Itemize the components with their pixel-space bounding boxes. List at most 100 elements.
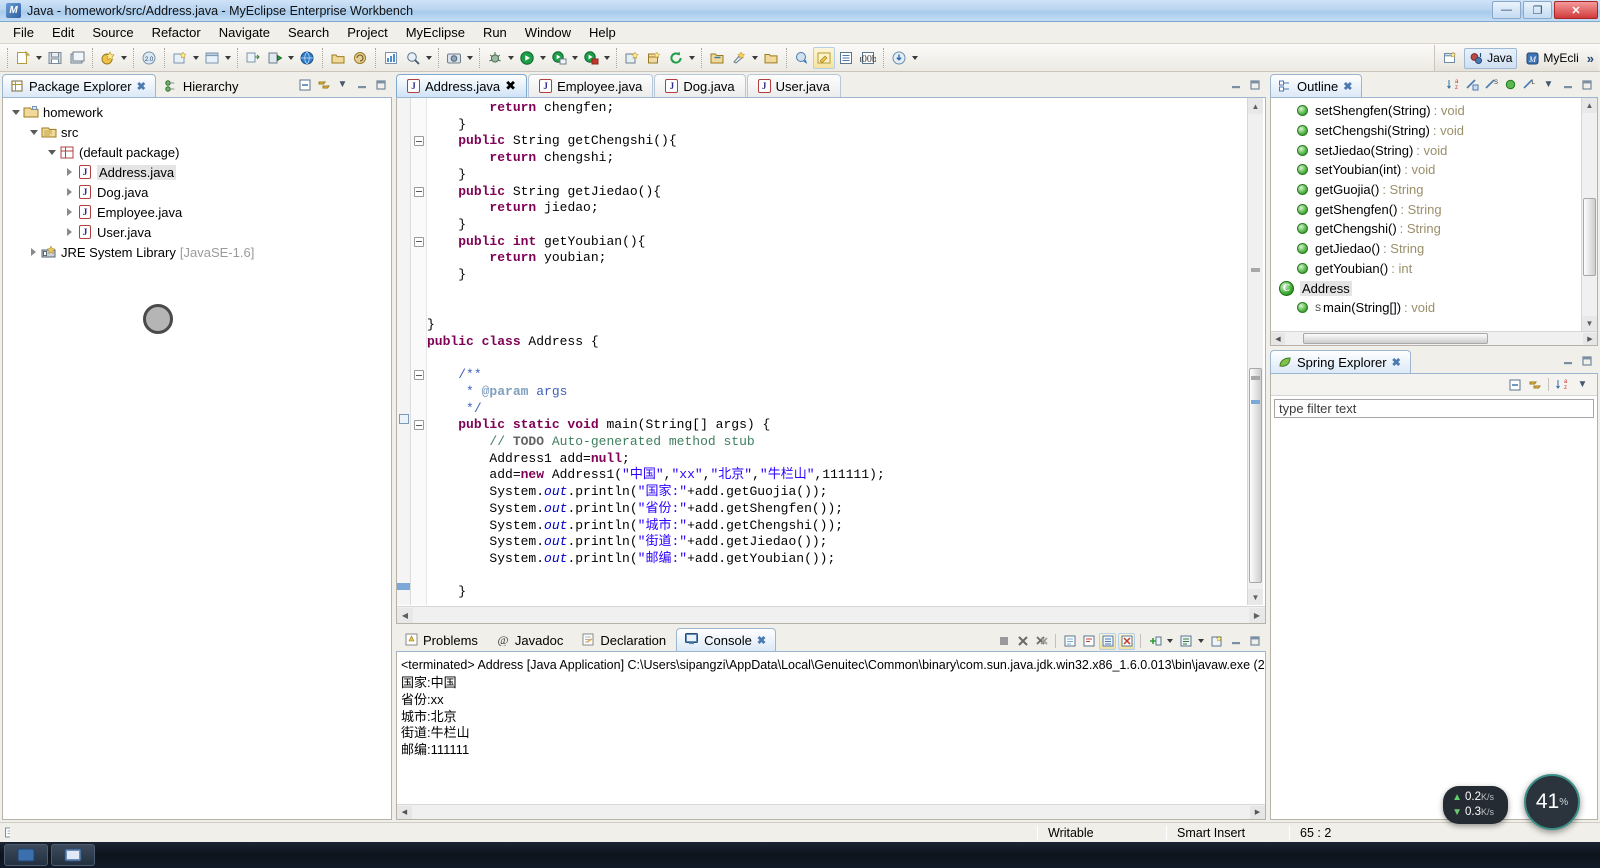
menu-project[interactable]: Project (338, 23, 396, 42)
run-last-tool-icon[interactable] (580, 47, 602, 69)
close-icon[interactable]: ✖ (137, 80, 146, 93)
quick-fix-dropdown-icon[interactable] (750, 47, 760, 69)
outline-item[interactable]: getChengshi(): String (1271, 219, 1597, 239)
new-class-icon[interactable] (621, 47, 643, 69)
run-dropdown-icon[interactable] (538, 47, 548, 69)
fold-collapse-icon[interactable] (414, 236, 424, 247)
outline-list[interactable]: setShengfen(String): void setChengshi(Str… (1271, 98, 1597, 318)
scroll-up-icon[interactable]: ▲ (1582, 98, 1597, 113)
taskbar-item-1[interactable] (4, 844, 48, 866)
maximize-button[interactable]: ❐ (1523, 1, 1552, 19)
outline-item[interactable]: Smain(String[]): void (1271, 298, 1597, 318)
close-icon[interactable]: ✖ (1343, 80, 1352, 93)
new-myeclipse-project-icon[interactable] (97, 47, 119, 69)
refresh-icon[interactable] (665, 47, 687, 69)
open-resource-icon[interactable] (706, 47, 728, 69)
tree-item-homework[interactable]: homework (3, 102, 391, 122)
perspective-overflow[interactable]: » (1587, 51, 1594, 66)
search-dropdown-icon[interactable] (424, 47, 434, 69)
fold-collapse-icon[interactable] (414, 136, 424, 147)
new-wizard-icon[interactable] (12, 47, 34, 69)
tree-item-address-java[interactable]: J Address.java (3, 162, 391, 182)
pin-console-icon[interactable] (1080, 633, 1097, 650)
close-button[interactable]: ✕ (1554, 1, 1598, 19)
new-myeclipse-dropdown-icon[interactable] (119, 47, 129, 69)
outline-item[interactable]: getShengfen(): String (1271, 199, 1597, 219)
open-browser-dropdown-icon[interactable] (223, 47, 233, 69)
menu-source[interactable]: Source (83, 23, 142, 42)
chevron-down-icon[interactable] (1196, 630, 1206, 652)
scroll-left-icon[interactable]: ◀ (1271, 332, 1285, 345)
toggle-mark-occurrences-icon[interactable] (813, 46, 835, 69)
close-icon[interactable]: ✖ (757, 634, 766, 647)
next-annotation-icon[interactable] (791, 47, 813, 69)
minimize-button[interactable]: — (1492, 1, 1521, 19)
menu-refactor[interactable]: Refactor (143, 23, 210, 42)
new-jsp-dropdown-icon[interactable] (191, 47, 201, 69)
new-package-icon[interactable] (643, 47, 665, 69)
fold-collapse-icon[interactable] (414, 370, 424, 381)
new-console-icon[interactable] (1146, 633, 1163, 650)
collapse-all-icon[interactable] (1506, 376, 1523, 393)
chevron-right-icon[interactable] (27, 246, 40, 259)
maximize-icon[interactable] (1578, 76, 1595, 93)
view-menu-icon[interactable]: ▼ (1574, 376, 1591, 393)
editor-folding-column[interactable] (411, 98, 427, 605)
tab-javadoc[interactable]: @ Javadoc (488, 628, 573, 651)
network-speed-widget[interactable]: ▲ 0.2K/s ▼ 0.3K/s (1443, 786, 1508, 824)
debug-dropdown-icon[interactable] (506, 47, 516, 69)
menu-run[interactable]: Run (474, 23, 516, 42)
tab-problems[interactable]: Problems (396, 628, 488, 651)
close-icon[interactable]: ✖ (505, 78, 516, 94)
show-whitespace-icon[interactable] (835, 47, 857, 69)
display-selected-icon[interactable] (1177, 633, 1194, 650)
open-task-icon[interactable] (349, 47, 371, 69)
tab-spring-explorer[interactable]: Spring Explorer ✖ (1270, 350, 1411, 373)
code-editor[interactable]: return chengfen; } public String getChen… (396, 98, 1266, 624)
clear-console-icon[interactable] (1118, 632, 1135, 650)
terminate-icon[interactable] (995, 633, 1012, 650)
menu-edit[interactable]: Edit (43, 23, 83, 42)
chevron-right-icon[interactable] (63, 186, 76, 199)
snapshot-dropdown-icon[interactable] (465, 47, 475, 69)
maximize-icon[interactable] (1246, 76, 1263, 93)
open-type-icon[interactable] (327, 47, 349, 69)
outline-vertical-scrollbar[interactable]: ▲ ▼ (1581, 98, 1597, 331)
editor-annotation-ruler[interactable] (397, 98, 411, 605)
editor-tab-address[interactable]: J Address.java ✖ (396, 74, 528, 97)
editor-tab-user[interactable]: J User.java (746, 74, 841, 97)
filter-input[interactable]: type filter text (1274, 399, 1594, 418)
new-jsp-icon[interactable] (169, 47, 191, 69)
menu-window[interactable]: Window (516, 23, 580, 42)
taskbar-item-myeclipse[interactable] (51, 844, 95, 866)
source-code[interactable]: return chengfen; } public String getChen… (427, 98, 1243, 605)
run-server-dropdown-icon[interactable] (286, 47, 296, 69)
hide-static-icon[interactable]: S (1483, 76, 1500, 93)
scroll-down-icon[interactable]: ▼ (1248, 589, 1263, 605)
maximize-icon[interactable] (1246, 633, 1263, 650)
outline-item[interactable]: getJiedao(): String (1271, 239, 1597, 259)
tab-console[interactable]: Console ✖ (676, 628, 777, 651)
chevron-right-icon[interactable] (63, 226, 76, 239)
new-wizard-dropdown-icon[interactable] (34, 47, 44, 69)
debug-icon[interactable] (484, 47, 506, 69)
maximize-icon[interactable] (1578, 352, 1595, 369)
fold-collapse-icon[interactable] (414, 420, 424, 431)
scroll-down-icon[interactable]: ▼ (1582, 316, 1597, 331)
run-server-icon[interactable] (264, 47, 286, 69)
outline-item[interactable]: setYoubian(int): void (1271, 160, 1597, 180)
run-external-tools-icon[interactable] (548, 47, 570, 69)
tree-item-src[interactable]: src (3, 122, 391, 142)
refresh-dropdown-icon[interactable] (687, 47, 697, 69)
open-console-icon[interactable] (1208, 633, 1225, 650)
chevron-down-icon[interactable] (27, 126, 40, 139)
link-with-editor-icon[interactable] (1526, 376, 1543, 393)
maximize-icon[interactable] (372, 76, 389, 93)
minimize-icon[interactable] (1559, 76, 1576, 93)
sort-icon[interactable]: az (1554, 376, 1571, 393)
web20-icon[interactable]: 2.0 (138, 47, 160, 69)
save-icon[interactable] (44, 47, 66, 69)
open-perspective-icon[interactable] (1439, 47, 1461, 69)
cpu-usage-widget[interactable]: 41% (1524, 774, 1580, 830)
remove-all-launches-icon[interactable] (1033, 633, 1050, 650)
